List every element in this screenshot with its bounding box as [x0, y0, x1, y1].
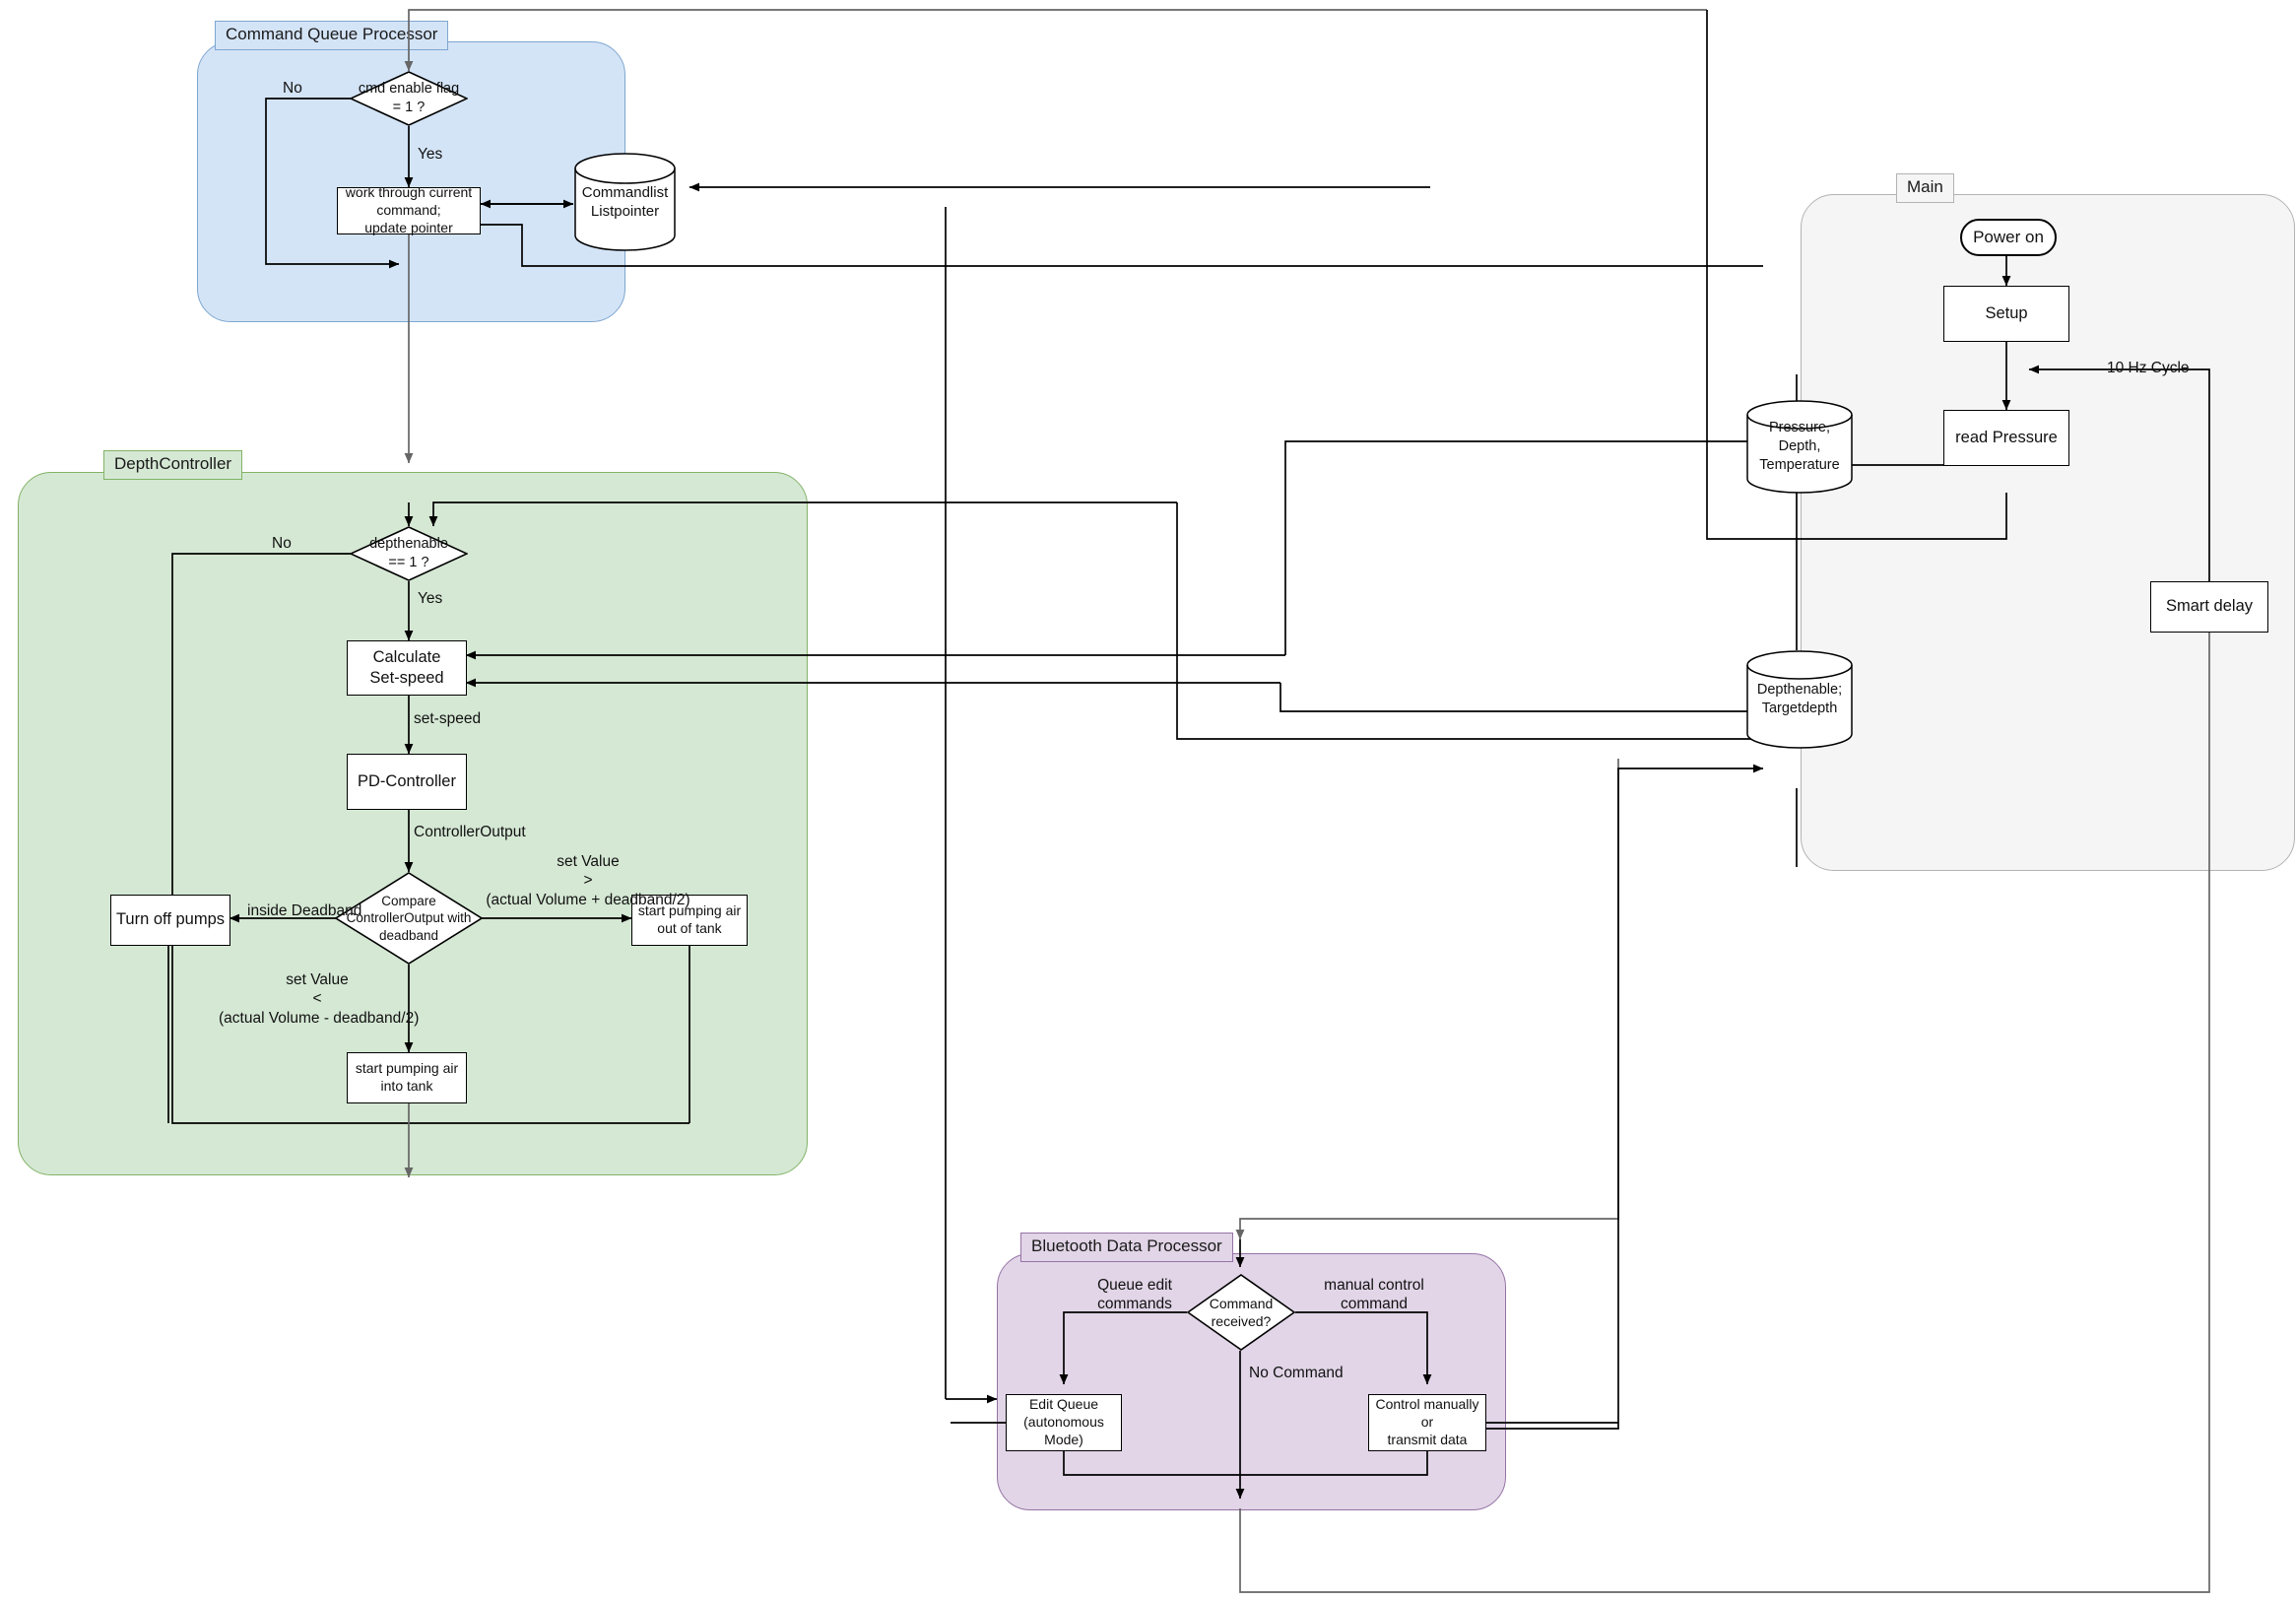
flowchart-canvas: Command Queue Processor DepthController …: [0, 0, 2296, 1602]
process-smart-delay-label: Smart delay: [2165, 597, 2254, 616]
process-read-pressure[interactable]: read Pressure: [1943, 410, 2069, 466]
process-control-manually-label: Control manually or transmit data: [1375, 1396, 1479, 1447]
terminator-power-on[interactable]: Power on: [1960, 219, 2057, 256]
process-turn-off-pumps[interactable]: Turn off pumps: [110, 895, 230, 946]
process-pd-controller[interactable]: PD-Controller: [347, 754, 467, 810]
edge-label-depth-no: No: [272, 535, 292, 552]
process-edit-queue-label: Edit Queue (autonomous Mode): [1023, 1396, 1104, 1447]
datastore-depthenable-targetdepth[interactable]: Depthenable; Targetdepth: [1745, 650, 1854, 749]
cylinder-shape: [1746, 400, 1853, 494]
edge-label-controller-output: ControllerOutput: [414, 824, 526, 840]
process-read-pressure-label: read Pressure: [1955, 428, 2058, 446]
process-turn-off-pumps-label: Turn off pumps: [115, 910, 226, 929]
process-smart-delay[interactable]: Smart delay: [2150, 581, 2268, 633]
process-edit-queue[interactable]: Edit Queue (autonomous Mode): [1006, 1394, 1122, 1451]
edge-label-depth-yes: Yes: [418, 590, 443, 607]
terminator-power-on-label: Power on: [1973, 228, 2044, 246]
diamond-shape: [349, 71, 469, 126]
decision-depthenable[interactable]: depthenable == 1 ?: [349, 526, 469, 581]
decision-cmd-enable-flag[interactable]: cmd enable flag = 1 ?: [349, 71, 469, 126]
connector-layer: [167, 9, 2214, 1593]
diamond-shape: [1186, 1274, 1296, 1351]
edge-label-queue-edit: Queue edit commands: [1097, 1277, 1172, 1313]
process-setup[interactable]: Setup: [1943, 286, 2069, 342]
datastore-pressure-depth-temperature[interactable]: Pressure, Depth, Temperature: [1745, 400, 1854, 494]
process-control-manually[interactable]: Control manually or transmit data: [1368, 1394, 1486, 1451]
edge-label-below-deadband: set Value < (actual Volume - deadband/2): [219, 971, 420, 1027]
process-pd-controller-label: PD-Controller: [358, 771, 456, 790]
edge-label-above-deadband: set Value > (actual Volume + deadband/2): [486, 853, 690, 908]
edge-label-cmd-yes: Yes: [418, 146, 443, 163]
process-calculate-setspeed-label: Calculate Set-speed: [369, 647, 444, 687]
process-work-through-command-label: work through current command; update poi…: [345, 184, 473, 235]
edge-label-cmd-no: No: [283, 80, 302, 97]
decision-command-received[interactable]: Command received?: [1186, 1274, 1296, 1351]
edge-label-cycle-rate: 10 Hz Cycle: [2107, 360, 2190, 376]
edge-label-no-command: No Command: [1249, 1365, 1344, 1381]
process-pump-air-in-label: start pumping air into tank: [355, 1060, 459, 1094]
edge-label-manual-control: manual control command: [1324, 1277, 1424, 1313]
process-pump-air-in[interactable]: start pumping air into tank: [347, 1052, 467, 1103]
process-work-through-command[interactable]: work through current command; update poi…: [337, 184, 481, 235]
cylinder-shape: [574, 153, 676, 251]
datastore-commandlist[interactable]: Commandlist Listpointer: [573, 153, 677, 251]
process-calculate-setspeed[interactable]: Calculate Set-speed: [347, 640, 467, 696]
process-setup-label: Setup: [1985, 303, 2028, 322]
edge-label-set-speed: set-speed: [414, 710, 482, 727]
edge-label-inside-deadband: inside Deadband: [247, 902, 362, 919]
diamond-shape: [349, 526, 469, 581]
cylinder-shape: [1746, 650, 1853, 749]
